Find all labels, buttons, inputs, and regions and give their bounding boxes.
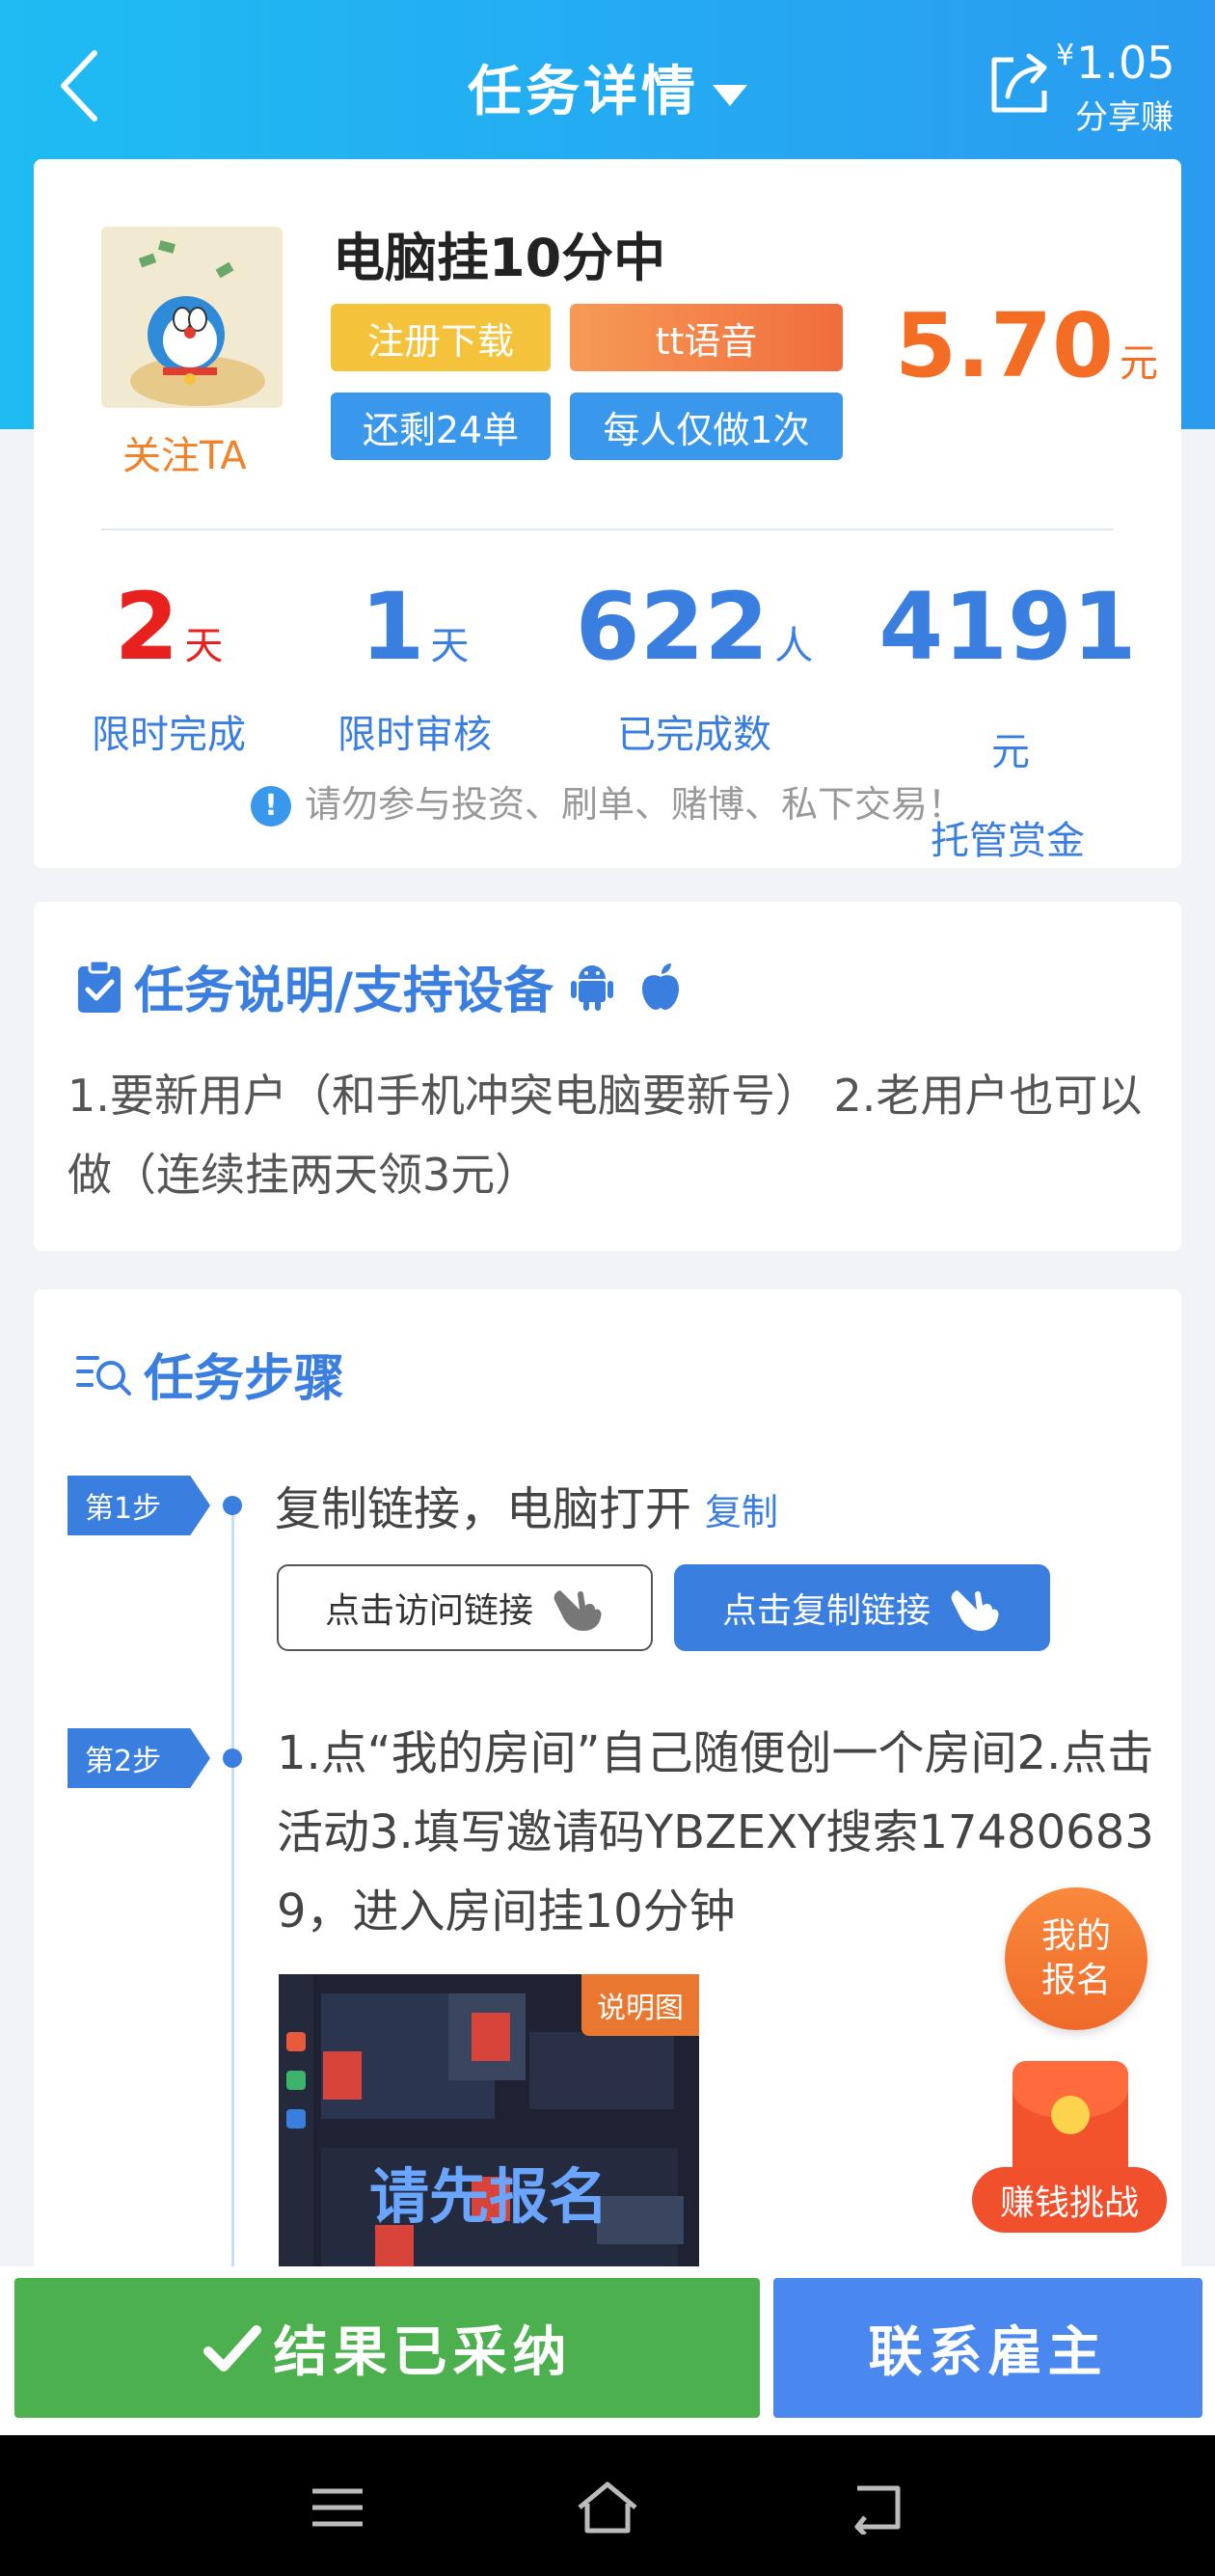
back-nav-button[interactable]	[839, 2474, 916, 2541]
step-timeline	[231, 1502, 234, 2292]
contact-employer-button[interactable]: 联系雇主	[773, 2278, 1202, 2418]
guide-image-tag: 说明图	[581, 1974, 699, 2036]
bottom-action-bar: 结果已采纳 联系雇主	[0, 2266, 1215, 2435]
clipboard-check-icon	[78, 959, 121, 1013]
doraemon-avatar-icon	[101, 227, 283, 408]
apple-icon	[642, 963, 679, 1010]
divider	[101, 529, 1114, 530]
task-summary-card: 关注TA 电脑挂10分中 注册下载 tt语音 还剩24单 每人仅做1次 5.70…	[34, 159, 1181, 868]
tag-app-name: tt语音	[570, 304, 843, 371]
earn-challenge-label: 赚钱挑战	[972, 2167, 1167, 2233]
step-2-badge: 第2步	[68, 1728, 210, 1788]
back-arrow-icon	[854, 2485, 901, 2535]
share-amount: ¥1.05	[1056, 37, 1175, 89]
hand-pointer-icon	[951, 1590, 999, 1631]
exclamation-icon: !	[250, 786, 291, 827]
hand-pointer-icon	[554, 1590, 602, 1631]
menu-icon	[312, 2488, 363, 2527]
list-search-icon	[76, 1355, 131, 1396]
enroll-first-overlay: 请先报名	[368, 2161, 608, 2232]
my-enrollment-button[interactable]: 我的 报名	[1005, 1887, 1148, 2030]
steps-title: 任务步骤	[74, 1338, 344, 1410]
description-title: 任务说明/支持设备	[74, 950, 692, 1022]
caret-down-icon	[713, 84, 747, 106]
earn-challenge-button[interactable]: 赚钱挑战	[972, 2061, 1174, 2239]
android-icon	[571, 964, 613, 1011]
home-nav-button[interactable]	[569, 2474, 646, 2541]
system-navigation-bar	[0, 2435, 1215, 2576]
menu-nav-button[interactable]	[299, 2474, 376, 2541]
tag-register-download: 注册下载	[331, 304, 551, 371]
description-text: 1.要新用户（和手机冲突电脑要新号） 2.老用户也可以做（连续挂两天领3元）	[68, 1070, 1143, 1201]
visit-link-button[interactable]: 点击访问链接	[277, 1564, 653, 1651]
tag-once-per-person: 每人仅做1次	[570, 393, 843, 460]
tag-remaining-orders: 还剩24单	[331, 393, 551, 460]
stat-time-limit: 2天 限时完成	[92, 573, 246, 757]
task-title: 电脑挂10分中	[333, 228, 666, 288]
page-title-text: 任务详情	[468, 61, 699, 123]
task-description-card: 任务说明/支持设备 1.要新用户（和手机冲突电脑要新号） 2.老用户也可以做（连…	[34, 902, 1181, 1251]
copy-text-link[interactable]: 复制	[705, 1491, 778, 1533]
result-accepted-button[interactable]: 结果已采纳	[14, 2278, 760, 2418]
warning-notice: ! 请勿参与投资、刷单、赌博、私下交易！	[34, 774, 1181, 827]
stat-review-limit: 1天 限时审核	[338, 573, 492, 757]
task-price: 5.70 元	[895, 294, 1158, 397]
share-icon	[991, 53, 1047, 113]
share-earn-button[interactable]: ¥1.05 分享赚	[979, 37, 1201, 137]
guide-image[interactable]: 说明图 请先报名	[279, 1974, 699, 2292]
step-1-text: 复制链接，电脑打开 复制	[275, 1482, 779, 1536]
copy-link-button[interactable]: 点击复制链接	[674, 1564, 1050, 1651]
home-icon	[578, 2481, 637, 2534]
follow-button[interactable]: 关注TA	[122, 424, 247, 480]
stat-completed-count: 622 人 已完成数	[575, 573, 814, 757]
step-1-dot	[223, 1496, 242, 1515]
step-1-badge: 第1步	[68, 1476, 210, 1535]
avatar[interactable]	[101, 227, 283, 408]
step-2-dot	[223, 1749, 242, 1768]
checkmark-icon	[202, 2324, 261, 2372]
share-label: 分享赚	[1075, 98, 1174, 137]
topbar: 任务详情 ¥1.05 分享赚	[0, 0, 1215, 164]
